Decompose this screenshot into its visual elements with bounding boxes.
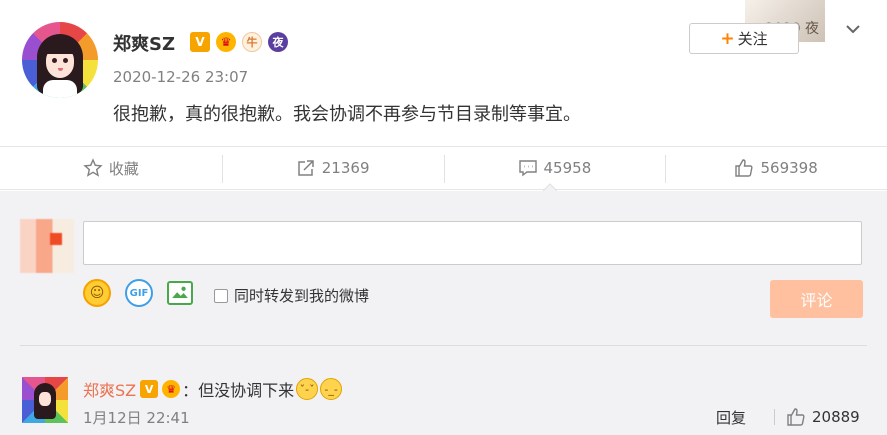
like-count: 569398 xyxy=(760,159,818,177)
like-button[interactable]: 569398 xyxy=(665,147,887,189)
comment-text: ：但没协调下来 xyxy=(182,381,295,400)
submit-comment-button[interactable]: 评论 xyxy=(770,280,863,318)
reply-button[interactable]: 回复 xyxy=(716,407,746,428)
comment-timestamp: 1月12日 22:41 xyxy=(83,409,190,427)
verified-badge-icon[interactable]: V xyxy=(140,380,159,398)
cow-badge-icon[interactable]: 牛 xyxy=(242,32,262,52)
repost-option[interactable]: 同时转发到我的微博 xyxy=(214,285,369,306)
follow-button[interactable]: + 关注 xyxy=(689,23,799,54)
verified-badge-icon[interactable]: V xyxy=(190,32,210,52)
comment-body: 郑爽SZ V ♛ ：但没协调下来 ˇ-ˇ -_- xyxy=(83,377,343,401)
thumbs-up-icon xyxy=(735,159,754,177)
author-avatar[interactable] xyxy=(22,22,98,98)
vip-crown-icon[interactable]: ♛ xyxy=(162,380,181,398)
comment-author-avatar[interactable] xyxy=(22,377,68,423)
comment-input[interactable] xyxy=(83,221,862,265)
favorite-button[interactable]: 收藏 xyxy=(0,147,222,189)
comment-author-name[interactable]: 郑爽SZ xyxy=(83,377,136,401)
post-timestamp[interactable]: 2020-12-26 23:07 xyxy=(113,68,248,86)
post-action-bar: 收藏 21369 45958 569398 xyxy=(0,146,887,190)
avatar-illustration xyxy=(37,34,83,98)
awkward-emoji-icon: ˇ-ˇ xyxy=(296,378,319,400)
post-content: 很抱歉，真的很抱歉。我会协调不再参与节目录制等事宜。 xyxy=(113,104,581,125)
current-user-avatar[interactable] xyxy=(20,219,74,273)
comment-icon xyxy=(518,160,537,177)
repost-count: 21369 xyxy=(321,159,370,177)
composer-toolbar: ☺ GIF xyxy=(83,279,193,307)
comment-caret-icon xyxy=(543,183,557,191)
plus-icon: + xyxy=(720,28,735,49)
emoji-icon[interactable]: ☺ xyxy=(83,279,111,307)
star-icon xyxy=(83,158,103,177)
chevron-down-icon[interactable] xyxy=(844,20,862,38)
comment-count: 45958 xyxy=(543,159,592,177)
favorite-label: 收藏 xyxy=(108,159,139,178)
repost-button[interactable]: 21369 xyxy=(221,147,444,189)
comment-section: ☺ GIF 同时转发到我的微博 评论 郑爽SZ V ♛ ：但没协调下来 ˇ-ˇ … xyxy=(0,191,887,435)
author-badges: V ♛ 牛 夜 xyxy=(190,31,288,53)
share-icon xyxy=(298,160,314,176)
repost-checkbox[interactable] xyxy=(214,288,228,303)
sweat-emoji-icon: -_- xyxy=(320,378,343,400)
image-icon[interactable] xyxy=(167,281,193,305)
comment-like-count: 20889 xyxy=(812,408,860,426)
thumbs-up-icon xyxy=(787,408,805,426)
author-name[interactable]: 郑爽SZ xyxy=(113,30,175,56)
weibo-post: 郑爽SZ V ♛ 牛 夜 2020-12-26 23:07 很抱歉，真的很抱歉。… xyxy=(0,0,887,145)
night-badge-icon[interactable]: 夜 xyxy=(268,32,288,52)
repost-option-label: 同时转发到我的微博 xyxy=(234,287,370,305)
comment-like-button[interactable]: 20889 xyxy=(774,407,860,427)
follow-label: 关注 xyxy=(737,30,768,48)
gif-icon[interactable]: GIF xyxy=(125,279,153,307)
comment-divider xyxy=(20,345,867,346)
vip-crown-icon[interactable]: ♛ xyxy=(216,32,236,52)
